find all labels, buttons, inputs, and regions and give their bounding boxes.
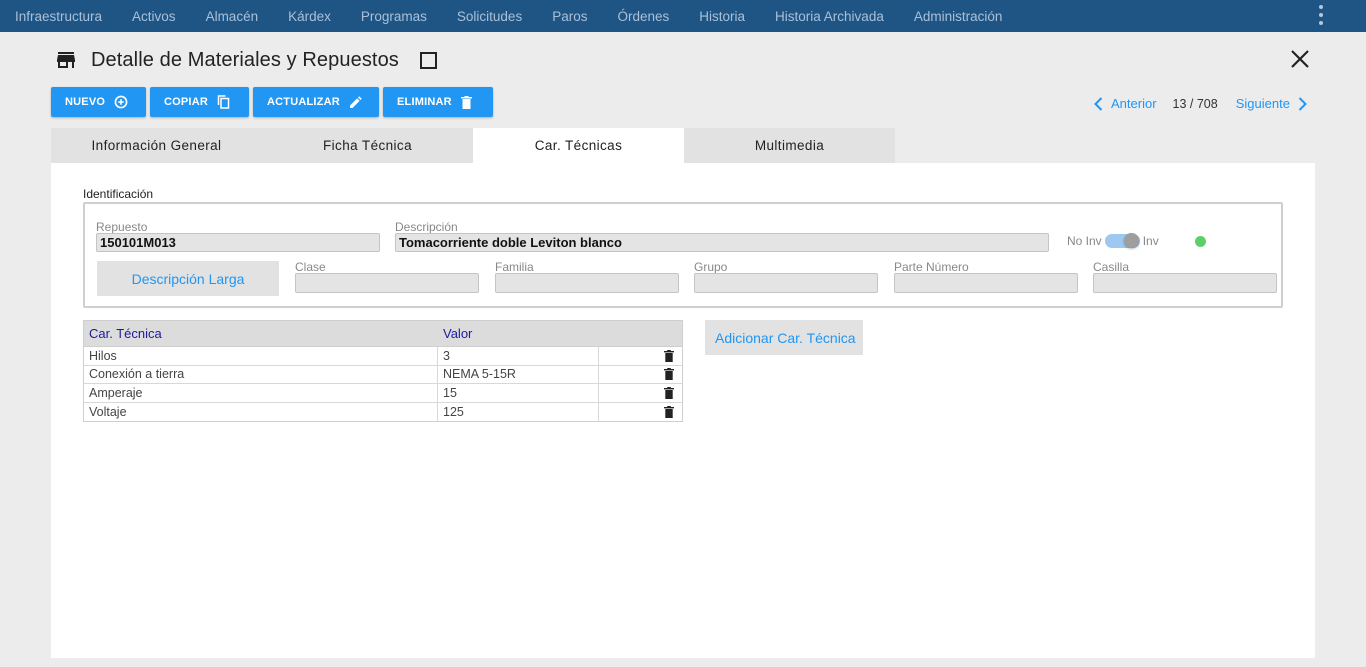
status-indicator — [1195, 236, 1206, 247]
cell-car-tecnica: Hilos — [84, 347, 438, 365]
identificacion-box: Repuesto 150101M013 Descripción Tomacorr… — [83, 202, 1283, 308]
delete-row-button[interactable] — [599, 386, 682, 399]
casilla-label: Casilla — [1093, 260, 1130, 274]
tab-multimedia[interactable]: Multimedia — [684, 128, 895, 163]
cell-valor: NEMA 5-15R — [438, 365, 599, 383]
record-pager: Anterior 13 / 708 Siguiente — [1094, 96, 1307, 111]
nuevo-button[interactable]: NUEVO — [51, 87, 146, 117]
chevron-right-icon — [1298, 96, 1307, 111]
tab-informacion-general[interactable]: Información General — [51, 128, 262, 163]
inv-label: Inv — [1142, 234, 1159, 248]
tab-bar: Información General Ficha Técnica Car. T… — [51, 128, 895, 163]
cell-actions — [599, 347, 682, 365]
tab-panel: Identificación Repuesto 150101M013 Descr… — [51, 163, 1315, 658]
trash-icon — [664, 368, 674, 381]
familia-label: Familia — [495, 260, 534, 274]
copiar-label: COPIAR — [164, 96, 208, 108]
parte-numero-label: Parte Número — [894, 260, 969, 274]
eliminar-button[interactable]: ELIMINAR — [383, 87, 493, 117]
nav-item-ordenes[interactable]: Órdenes — [602, 9, 684, 24]
delete-row-button[interactable] — [599, 405, 682, 418]
trash-icon — [664, 386, 674, 399]
trash-icon — [664, 405, 674, 418]
descripcion-larga-button[interactable]: Descripción Larga — [97, 261, 279, 296]
page-title: Detalle de Materiales y Repuestos — [91, 48, 399, 71]
copy-icon — [217, 95, 230, 109]
column-header-actions — [599, 321, 682, 346]
trash-icon — [664, 349, 674, 362]
nav-item-paros[interactable]: Paros — [537, 9, 602, 24]
repuesto-field[interactable]: 150101M013 — [96, 233, 380, 252]
siguiente-label: Siguiente — [1235, 96, 1290, 111]
trash-icon — [460, 95, 472, 109]
anterior-link[interactable]: Anterior — [1094, 96, 1157, 111]
inventario-toggle: No Inv Inv — [1067, 233, 1159, 248]
no-inv-label: No Inv — [1067, 234, 1102, 248]
grupo-field[interactable] — [694, 273, 878, 293]
parte-numero-field[interactable] — [894, 273, 1078, 293]
cell-actions — [599, 366, 682, 384]
repuesto-label: Repuesto — [96, 220, 148, 234]
clase-field[interactable] — [295, 273, 479, 293]
nav-item-activos[interactable]: Activos — [117, 9, 191, 24]
descripcion-field[interactable]: Tomacorriente doble Leviton blanco — [395, 233, 1049, 252]
section-label-identificacion: Identificación — [83, 187, 154, 201]
toolbar: NUEVO COPIAR ACTUALIZAR ELIMINAR — [51, 87, 493, 117]
store-icon — [57, 52, 75, 68]
cell-valor: 3 — [438, 347, 599, 365]
more-vert-icon[interactable] — [1317, 5, 1325, 25]
nav-item-kardex[interactable]: Kárdex — [273, 9, 346, 24]
clase-label: Clase — [295, 260, 326, 274]
chevron-left-icon — [1094, 96, 1103, 111]
actualizar-label: ACTUALIZAR — [267, 96, 340, 108]
page-header: Detalle de Materiales y Repuestos — [54, 46, 437, 74]
record-count: 13 / 708 — [1172, 96, 1218, 111]
nav-item-administracion[interactable]: Administración — [899, 9, 1018, 24]
cell-car-tecnica: Amperaje — [84, 384, 438, 402]
column-header-car-tecnica: Car. Técnica — [89, 326, 162, 341]
close-icon[interactable] — [1290, 49, 1310, 69]
delete-row-button[interactable] — [599, 349, 682, 362]
delete-row-button[interactable] — [599, 368, 682, 381]
nav-item-historia[interactable]: Historia — [684, 9, 760, 24]
edit-icon — [349, 95, 362, 108]
nuevo-label: NUEVO — [65, 96, 106, 108]
grupo-label: Grupo — [694, 260, 728, 274]
anterior-label: Anterior — [1111, 96, 1157, 111]
tab-ficha-tecnica[interactable]: Ficha Técnica — [262, 128, 473, 163]
familia-field[interactable] — [495, 273, 679, 293]
nav-item-infraestructura[interactable]: Infraestructura — [0, 9, 117, 24]
eliminar-label: ELIMINAR — [397, 96, 452, 108]
cell-car-tecnica: Voltaje — [84, 402, 438, 421]
table-row[interactable]: Conexión a tierra NEMA 5-15R — [84, 365, 682, 384]
table-header: Car. Técnica Valor — [84, 321, 682, 347]
car-tecnicas-table: Car. Técnica Valor Hilos 3 Conexión a ti… — [83, 320, 683, 422]
cell-actions — [599, 403, 682, 422]
siguiente-link[interactable]: Siguiente — [1236, 96, 1307, 111]
descripcion-label: Descripción — [395, 220, 458, 234]
copiar-button[interactable]: COPIAR — [150, 87, 249, 117]
table-row[interactable]: Voltaje 125 — [84, 402, 682, 422]
actualizar-button[interactable]: ACTUALIZAR — [253, 87, 379, 117]
top-nav: Infraestructura Activos Almacén Kárdex P… — [0, 0, 1366, 32]
inv-switch[interactable] — [1104, 233, 1140, 248]
casilla-field[interactable] — [1093, 273, 1277, 293]
adicionar-car-tecnica-button[interactable]: Adicionar Car. Técnica — [705, 320, 863, 355]
cell-valor: 125 — [438, 402, 599, 421]
nav-item-solicitudes[interactable]: Solicitudes — [442, 9, 537, 24]
cell-valor: 15 — [438, 384, 599, 402]
table-row[interactable]: Amperaje 15 — [84, 384, 682, 403]
column-header-valor: Valor — [443, 326, 473, 341]
nav-item-historia-archivada[interactable]: Historia Archivada — [760, 9, 899, 24]
add-circle-icon — [114, 95, 128, 109]
nav-item-programas[interactable]: Programas — [346, 9, 442, 24]
nav-item-almacen[interactable]: Almacén — [191, 9, 274, 24]
select-checkbox[interactable] — [419, 51, 437, 69]
cell-car-tecnica: Conexión a tierra — [84, 365, 438, 383]
tab-car-tecnicas[interactable]: Car. Técnicas — [473, 128, 684, 163]
table-row[interactable]: Hilos 3 — [84, 347, 682, 366]
cell-actions — [599, 384, 682, 402]
